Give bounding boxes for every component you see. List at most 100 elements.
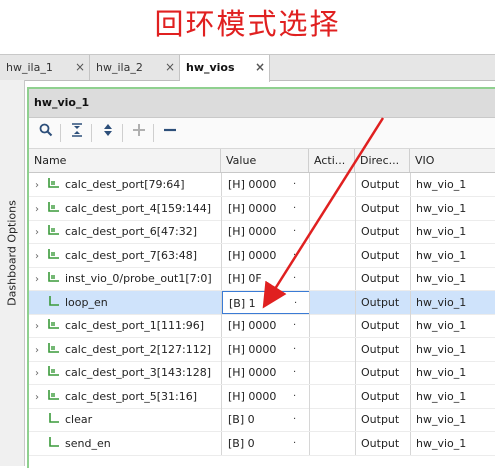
dashboard-options-sidebar[interactable]: Dashboard Options [0, 80, 25, 466]
dropdown-icon[interactable]: · [293, 314, 296, 337]
vio-cell: hw_vio_1 [410, 361, 495, 384]
value-dropdown[interactable]: [H] 0000 · [222, 173, 309, 196]
signal-value: [B] 0 [228, 436, 255, 450]
dropdown-icon[interactable]: · [293, 408, 296, 431]
signal-value: [H] 0000 [228, 389, 277, 403]
activity-cell [309, 243, 355, 267]
table-row[interactable]: loop_en [B] 1 · Output hw_vio_1 [29, 290, 495, 315]
dropdown-icon[interactable]: · [293, 338, 296, 361]
signal-icon [47, 225, 65, 238]
direction-cell: Output [355, 431, 410, 455]
value-dropdown[interactable]: [H] 0000 · [222, 220, 309, 243]
tab-hw-ila-2[interactable]: hw_ila_2 × [90, 55, 180, 80]
table-row[interactable]: › calc_dest_port_4[159:144] [H] 0000 · Outpu… [29, 196, 495, 221]
tab-hw-ila-1[interactable]: hw_ila_1 × [0, 55, 90, 80]
chevron-right-icon[interactable]: › [35, 362, 47, 384]
table-row[interactable]: › inst_vio_0/probe_out1[7:0] [H] 0F · Output… [29, 267, 495, 291]
remove-icon[interactable] [159, 122, 181, 144]
value-dropdown[interactable]: [H] 0000 · [222, 244, 309, 267]
signal-icon [47, 342, 65, 356]
table-row[interactable]: › calc_dest_port_5[31:16] [H] 0000 · Output h… [29, 384, 495, 409]
chevron-right-icon[interactable]: › [35, 221, 47, 243]
signal-value: [H] 0000 [228, 225, 277, 238]
signal-icon [47, 319, 65, 332]
signal-name: loop_en [65, 295, 108, 309]
signal-name: calc_dest_port_7[63:48] [65, 248, 198, 262]
dropdown-icon[interactable]: · [293, 197, 296, 220]
signal-icon [47, 366, 65, 379]
value-dropdown[interactable]: [B] 1 · [222, 290, 309, 314]
table-row[interactable]: › calc_dest_port_3[143:128] [H] 0000 · Outpu… [29, 361, 495, 385]
column-vio[interactable]: VIO [410, 149, 495, 172]
table-row[interactable]: › calc_dest_port[79:64] [H] 0000 · Output hw_… [29, 173, 495, 197]
table-row[interactable]: send_en [B] 0 · Output hw_vio_1 [29, 431, 495, 456]
tab-label: hw_ila_2 [96, 61, 143, 74]
signal-value: [B] 1 [229, 296, 256, 310]
dropdown-icon[interactable]: · [293, 244, 296, 267]
signal-icon [47, 248, 65, 262]
expand-all-icon[interactable] [97, 122, 119, 144]
direction-cell: Output [355, 267, 410, 290]
column-name[interactable]: Name [29, 149, 221, 172]
direction-cell: Output [355, 196, 410, 220]
search-icon[interactable] [35, 122, 57, 144]
activity-cell [309, 431, 355, 455]
table-row[interactable]: › calc_dest_port_1[111:96] [H] 0000 · Output… [29, 314, 495, 338]
activity-cell [309, 220, 355, 243]
dropdown-icon[interactable]: · [293, 173, 296, 196]
signal-icon [47, 413, 65, 426]
annotation-title: 回环模式选择 [154, 7, 341, 41]
value-dropdown[interactable]: [H] 0000 · [222, 338, 309, 361]
chevron-right-icon[interactable]: › [35, 245, 47, 267]
chevron-right-icon[interactable]: › [35, 386, 47, 408]
dropdown-icon[interactable]: · [293, 220, 296, 243]
sidebar-label[interactable]: Dashboard Options [6, 200, 19, 306]
table-row[interactable]: › calc_dest_port_2[127:112] [H] 0000 · Outpu… [29, 337, 495, 362]
table-row[interactable]: clear [B] 0 · Output hw_vio_1 [29, 408, 495, 432]
close-icon[interactable]: × [75, 55, 85, 80]
add-icon[interactable] [128, 122, 150, 144]
close-icon[interactable]: × [255, 55, 265, 80]
column-activity[interactable]: Acti... [309, 149, 355, 172]
dropdown-icon[interactable]: · [294, 292, 297, 314]
value-dropdown[interactable]: [H] 0000 · [222, 385, 309, 408]
chevron-right-icon[interactable]: › [35, 339, 47, 361]
activity-cell [309, 173, 355, 196]
panel-header: hw_vio_1 [29, 89, 495, 118]
tab-bar-empty [270, 55, 495, 80]
column-value[interactable]: Value [221, 149, 309, 172]
signal-name: calc_dest_port_2[127:112] [65, 342, 212, 356]
value-dropdown[interactable]: [H] 0000 · [222, 361, 309, 384]
dropdown-icon[interactable]: · [293, 267, 296, 290]
direction-cell: Output [355, 173, 410, 196]
value-dropdown[interactable]: [H] 0000 · [222, 197, 309, 220]
signal-name: clear [65, 413, 93, 426]
close-icon[interactable]: × [165, 55, 175, 80]
tab-hw-vios[interactable]: hw_vios × [180, 55, 270, 82]
value-dropdown[interactable]: [H] 0F · [222, 267, 309, 290]
dropdown-icon[interactable]: · [293, 432, 296, 455]
signal-value: [H] 0000 [228, 319, 277, 332]
chevron-right-icon[interactable]: › [35, 268, 47, 290]
value-dropdown[interactable]: [B] 0 · [222, 432, 309, 455]
signal-name: inst_vio_0/probe_out1[7:0] [65, 272, 212, 285]
signal-value: [H] 0000 [228, 201, 277, 215]
column-direction[interactable]: Direc... [355, 149, 410, 172]
table-row[interactable]: › calc_dest_port_7[63:48] [H] 0000 · Output h… [29, 243, 495, 268]
direction-cell: Output [355, 408, 410, 431]
chevron-right-icon[interactable]: › [35, 174, 47, 196]
value-dropdown[interactable]: [B] 0 · [222, 408, 309, 431]
dropdown-icon[interactable]: · [293, 385, 296, 408]
dropdown-icon[interactable]: · [293, 361, 296, 384]
chevron-right-icon[interactable]: › [35, 315, 47, 337]
chevron-right-icon[interactable]: › [35, 198, 47, 220]
vio-cell: hw_vio_1 [410, 220, 495, 243]
tab-bar: hw_ila_1 × hw_ila_2 × hw_vios × [0, 54, 495, 82]
vio-cell: hw_vio_1 [410, 431, 495, 455]
vio-cell: hw_vio_1 [410, 384, 495, 408]
table-row[interactable]: › calc_dest_port_6[47:32] [H] 0000 · Output h… [29, 220, 495, 244]
collapse-all-icon[interactable] [66, 122, 88, 144]
value-dropdown[interactable]: [H] 0000 · [222, 314, 309, 337]
vio-cell: hw_vio_1 [410, 314, 495, 337]
signal-icon [47, 178, 65, 191]
